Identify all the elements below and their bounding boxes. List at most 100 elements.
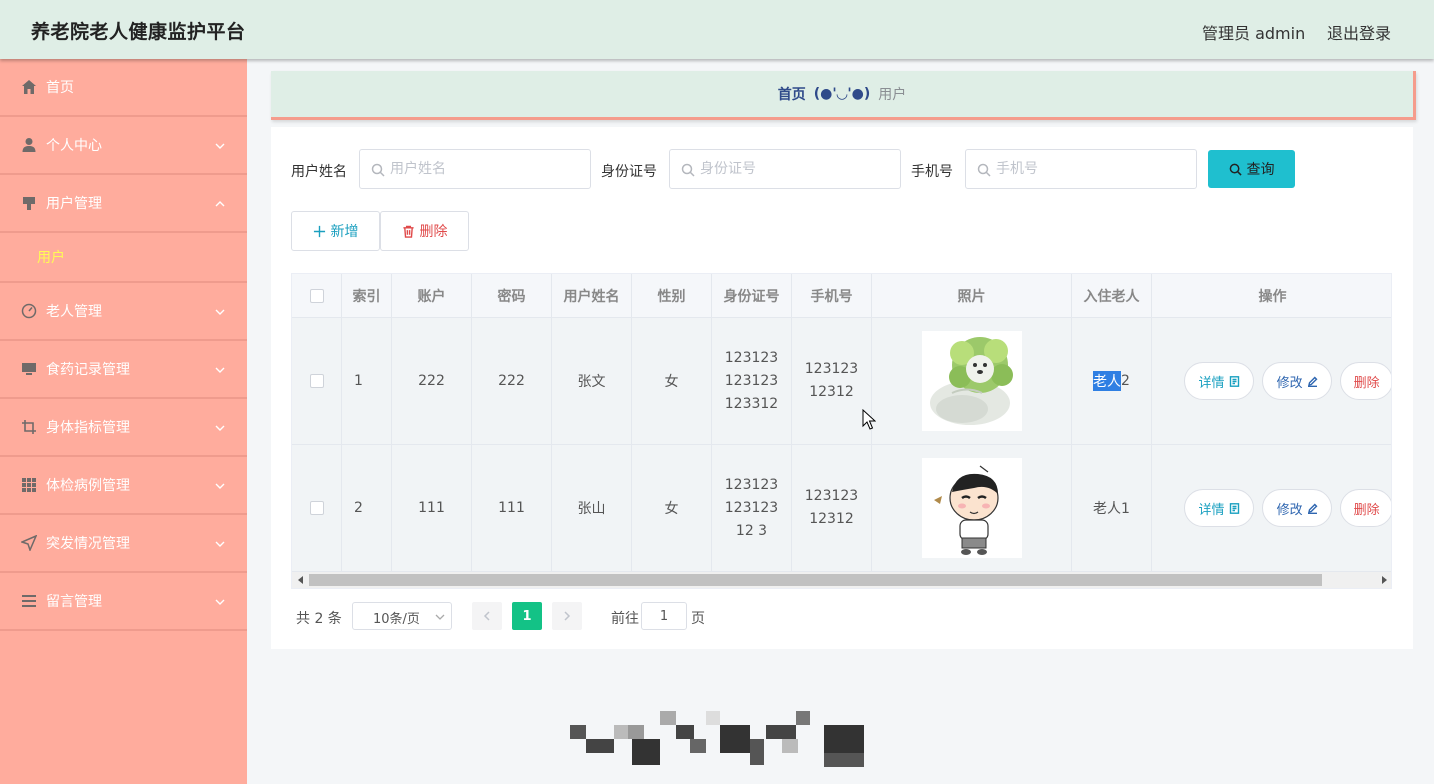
sidebar-item-label: 突发情况管理	[46, 536, 130, 552]
delete-row-button[interactable]: 删除	[1340, 362, 1391, 400]
actions-cell: 详情 修改 删除	[1152, 318, 1391, 445]
user-table: 索引 账户 密码 用户姓名 性别 身份证号 手机号 照片 入住老人 操作 1 2…	[291, 273, 1392, 589]
name-cell: 张文	[552, 318, 632, 445]
phone-text: 12312312312	[804, 488, 859, 527]
column-header: 身份证号	[712, 274, 792, 318]
crop-icon	[21, 419, 37, 435]
logout-link[interactable]: 退出登录	[1327, 20, 1391, 44]
sidebar-item-body-metrics[interactable]: 身体指标管理	[0, 399, 247, 457]
edit-button[interactable]: 修改	[1262, 362, 1333, 400]
id-search-input[interactable]	[700, 150, 890, 188]
detail-label: 详情	[1198, 375, 1225, 391]
search-icon	[1229, 163, 1242, 176]
sidebar-item-user-management[interactable]: 用户管理	[0, 175, 247, 233]
pagination: 共 2 条 10条/页 1 前往 页	[291, 601, 891, 631]
top-header: 养老院老人健康监护平台 管理员 admin 退出登录	[0, 0, 1434, 59]
pixelated-logo	[570, 711, 864, 767]
phone-search-field[interactable]	[965, 149, 1197, 189]
sidebar-item-elder-management[interactable]: 老人管理	[0, 283, 247, 341]
add-button-label: 新增	[330, 224, 359, 240]
account-cell: 222	[392, 318, 472, 445]
chevron-down-icon	[214, 305, 226, 317]
column-header: 性别	[632, 274, 712, 318]
chevron-down-icon	[214, 363, 226, 375]
detail-button[interactable]: 详情	[1184, 489, 1255, 527]
sidebar-item-emergencies[interactable]: 突发情况管理	[0, 515, 247, 573]
column-header: 手机号	[792, 274, 872, 318]
phone-search-input[interactable]	[996, 150, 1186, 188]
add-button[interactable]: 新增	[291, 211, 380, 251]
flag-icon	[21, 195, 37, 211]
goto-page-input[interactable]	[641, 602, 687, 630]
sidebar-item-label: 用户管理	[46, 196, 102, 212]
sidebar-item-label: 个人中心	[46, 138, 102, 154]
id-search-field[interactable]	[669, 149, 901, 189]
grid-icon	[21, 477, 37, 493]
sidebar-item-home[interactable]: 首页	[0, 59, 247, 117]
index-cell: 2	[342, 445, 392, 572]
delete-row-button[interactable]: 删除	[1340, 489, 1391, 527]
batch-delete-button[interactable]: 删除	[380, 211, 469, 251]
page-number-current[interactable]: 1	[512, 602, 542, 630]
id-number-cell: 12312312312312 3	[712, 445, 792, 572]
id-number-text: 123123123123123312	[724, 349, 779, 412]
table-header: 索引 账户 密码 用户姓名 性别 身份证号 手机号 照片 入住老人 操作	[292, 274, 1391, 318]
column-header: 索引	[342, 274, 392, 318]
pencil-icon	[1307, 376, 1318, 387]
scrollbar-thumb[interactable]	[309, 574, 1322, 586]
query-button[interactable]: 查询	[1208, 150, 1295, 188]
delete-row-label: 删除	[1353, 375, 1380, 391]
breadcrumb-current: 用户	[878, 87, 907, 103]
row-select-cell	[292, 318, 342, 445]
name-cell: 张山	[552, 445, 632, 572]
mouse-cursor-icon	[862, 409, 876, 430]
sidebar-item-checkup-records[interactable]: 体检病例管理	[0, 457, 247, 515]
row-checkbox[interactable]	[309, 501, 324, 515]
breadcrumb-home[interactable]: 首页	[778, 84, 806, 104]
sidebar-item-label: 体检病例管理	[46, 478, 130, 494]
document-icon	[1229, 502, 1239, 514]
sidebar-item-profile[interactable]: 个人中心	[0, 117, 247, 175]
prev-page-button[interactable]	[472, 602, 502, 630]
trash-icon	[402, 225, 414, 238]
elder-text: 2	[1121, 373, 1130, 389]
sidebar-item-label: 老人管理	[46, 304, 102, 320]
edit-label: 修改	[1276, 502, 1303, 518]
delete-button-label: 删除	[419, 224, 448, 240]
photo-cell	[872, 445, 1072, 572]
breadcrumb-separator: (●'◡'●)	[813, 86, 871, 102]
breadcrumb: 首页 (●'◡'●) 用户	[271, 71, 1416, 120]
sidebar-item-messages[interactable]: 留言管理	[0, 573, 247, 631]
name-search-field[interactable]	[359, 149, 591, 189]
list-icon	[21, 593, 37, 609]
row-checkbox[interactable]	[309, 374, 324, 388]
scroll-right-icon[interactable]	[1379, 575, 1389, 585]
sidebar-item-label: 食药记录管理	[46, 362, 130, 378]
name-search-input[interactable]	[390, 150, 580, 188]
chevron-down-icon	[214, 421, 226, 433]
photo-cell	[872, 318, 1072, 445]
select-all-checkbox[interactable]	[309, 288, 324, 303]
detail-button[interactable]: 详情	[1184, 362, 1255, 400]
chevron-down-icon	[435, 614, 445, 620]
search-icon	[681, 163, 695, 177]
edit-button[interactable]: 修改	[1262, 489, 1333, 527]
password-cell: 222	[472, 318, 552, 445]
elder-text: 老人1	[1093, 501, 1130, 517]
password-cell: 111	[472, 445, 552, 572]
sidebar-item-label: 首页	[46, 80, 74, 96]
sidebar-item-label: 身体指标管理	[46, 420, 130, 436]
sidebar-item-diet-medication[interactable]: 食药记录管理	[0, 341, 247, 399]
sidebar: 首页 个人中心 用户管理 用户 老人管理 食药记录管理 身体指标管理 体检病例管…	[0, 59, 247, 784]
scroll-left-icon[interactable]	[296, 575, 306, 585]
phone-cell: 12312312312	[792, 445, 872, 572]
chevron-down-icon	[214, 537, 226, 549]
horizontal-scrollbar[interactable]	[292, 572, 1391, 588]
phone-text: 12312312312	[804, 361, 859, 400]
sidebar-subitem-users[interactable]: 用户	[0, 233, 247, 283]
next-page-button[interactable]	[552, 602, 582, 630]
page-size-select[interactable]: 10条/页	[352, 602, 452, 630]
gender-cell: 女	[632, 445, 712, 572]
query-button-label: 查询	[1246, 162, 1275, 178]
cabbage-dog-photo	[921, 331, 1022, 431]
